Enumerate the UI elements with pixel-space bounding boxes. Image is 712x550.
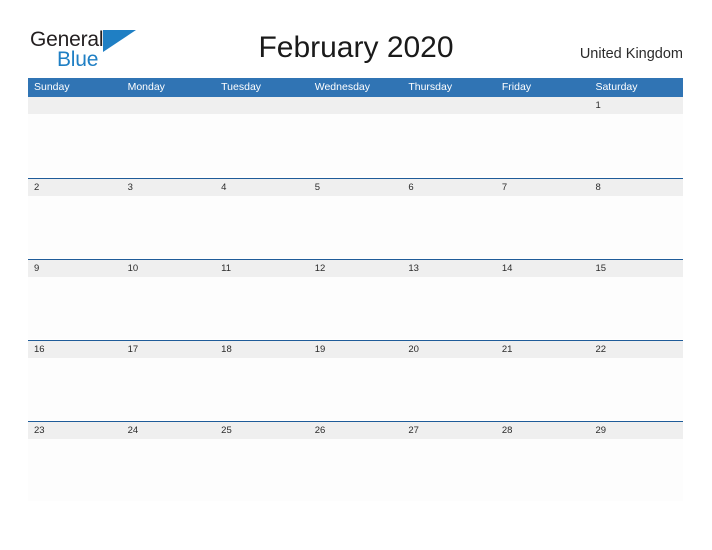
day-cell[interactable]: 19 [309, 341, 403, 358]
day-cell[interactable]: 14 [496, 260, 590, 277]
weekday-header-friday: Friday [501, 81, 532, 93]
day-cell[interactable]: 21 [496, 341, 590, 358]
day-cell[interactable]: 26 [309, 422, 403, 439]
day-cell[interactable]: 17 [122, 341, 216, 358]
day-cell[interactable]: 13 [402, 260, 496, 277]
day-cell[interactable]: 11 [215, 260, 309, 277]
day-cell[interactable]: 12 [309, 260, 403, 277]
day-cell[interactable] [309, 97, 403, 114]
week-row: 1 [28, 97, 683, 178]
week-date-strip: 2 3 4 5 6 7 8 [28, 179, 683, 196]
calendar-grid: Sunday Monday Tuesday Wednesday Thursday… [28, 78, 683, 502]
week-event-area[interactable] [28, 358, 683, 420]
day-cell[interactable] [402, 97, 496, 114]
day-cell[interactable]: 5 [309, 179, 403, 196]
week-date-strip: 16 17 18 19 20 21 22 [28, 341, 683, 358]
week-row: 23 24 25 26 27 28 29 [28, 421, 683, 502]
week-date-strip: 9 10 11 12 13 14 15 [28, 260, 683, 277]
weekday-header-saturday: Saturday [595, 81, 638, 93]
day-cell[interactable]: 6 [402, 179, 496, 196]
weekday-header-sunday: Sunday [34, 81, 70, 93]
day-cell[interactable] [28, 97, 122, 114]
weekday-header-wednesday: Wednesday [314, 81, 370, 93]
week-date-strip: 1 [28, 97, 683, 114]
weekday-header-row: Sunday Monday Tuesday Wednesday Thursday… [28, 78, 683, 97]
day-cell[interactable]: 18 [215, 341, 309, 358]
day-cell[interactable]: 16 [28, 341, 122, 358]
day-cell[interactable]: 1 [589, 97, 683, 114]
week-row: 9 10 11 12 13 14 15 [28, 259, 683, 340]
day-cell[interactable]: 3 [122, 179, 216, 196]
day-cell[interactable]: 8 [589, 179, 683, 196]
day-cell[interactable]: 28 [496, 422, 590, 439]
day-cell[interactable] [496, 97, 590, 114]
day-cell[interactable]: 23 [28, 422, 122, 439]
week-row: 16 17 18 19 20 21 22 [28, 340, 683, 421]
day-cell[interactable] [122, 97, 216, 114]
day-cell[interactable]: 2 [28, 179, 122, 196]
day-cell[interactable]: 20 [402, 341, 496, 358]
week-event-area[interactable] [28, 439, 683, 501]
day-cell[interactable]: 10 [122, 260, 216, 277]
day-cell[interactable]: 15 [589, 260, 683, 277]
day-cell[interactable]: 27 [402, 422, 496, 439]
day-cell[interactable]: 22 [589, 341, 683, 358]
week-date-strip: 23 24 25 26 27 28 29 [28, 422, 683, 439]
page-header: General Blue February 2020 United Kingdo… [0, 0, 712, 76]
week-event-area[interactable] [28, 277, 683, 339]
weekday-header-monday: Monday [127, 81, 165, 93]
day-cell[interactable]: 4 [215, 179, 309, 196]
calendar-page: General Blue February 2020 United Kingdo… [0, 0, 712, 550]
country-label: United Kingdom [579, 46, 683, 62]
day-cell[interactable]: 9 [28, 260, 122, 277]
day-cell[interactable]: 7 [496, 179, 590, 196]
day-cell[interactable]: 29 [589, 422, 683, 439]
week-row: 2 3 4 5 6 7 8 [28, 178, 683, 259]
weekday-header-thursday: Thursday [408, 81, 453, 93]
week-event-area[interactable] [28, 114, 683, 176]
weekday-header-tuesday: Tuesday [221, 81, 262, 93]
day-cell[interactable]: 25 [215, 422, 309, 439]
day-cell[interactable]: 24 [122, 422, 216, 439]
week-event-area[interactable] [28, 196, 683, 258]
day-cell[interactable] [215, 97, 309, 114]
